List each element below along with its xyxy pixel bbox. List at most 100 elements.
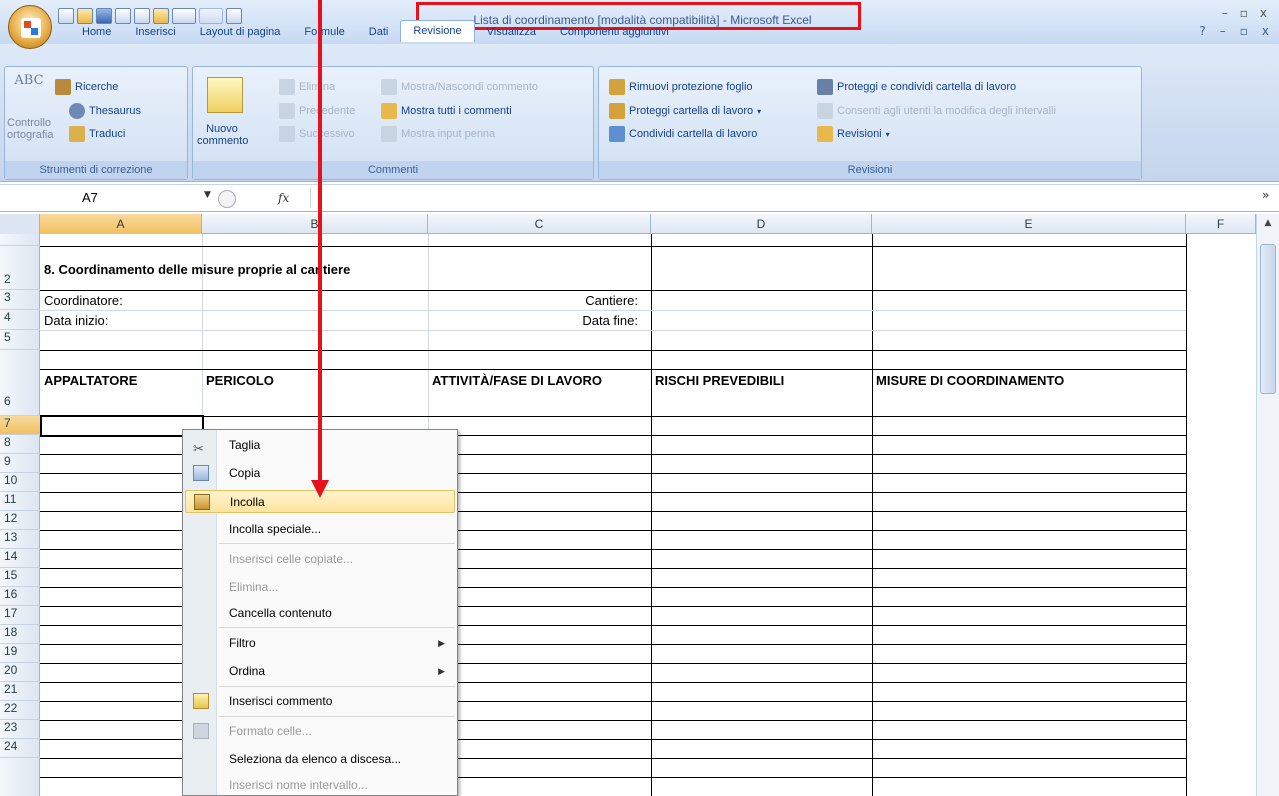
header-rischi[interactable]: RISCHI PREVEDIBILI	[655, 373, 784, 388]
column-header-c[interactable]: C	[428, 214, 651, 234]
mostra-nascondi-button[interactable]: Mostra/Nascondi commento	[381, 79, 538, 95]
row-header-14[interactable]: 14	[0, 549, 40, 568]
scroll-up-icon[interactable]: ▲	[1260, 218, 1276, 234]
menu-item-ordina[interactable]: Ordina ▶	[185, 660, 455, 683]
tab-inserisci[interactable]: Inserisci	[123, 22, 187, 42]
row-header-2[interactable]: 2	[0, 246, 40, 290]
row-header-16[interactable]: 16	[0, 587, 40, 606]
row-header-6[interactable]: 6	[0, 350, 40, 416]
delete-comment-icon	[279, 79, 295, 95]
vertical-scrollbar[interactable]: ▲	[1256, 214, 1279, 796]
rimuovi-protezione-button[interactable]: Rimuovi protezione foglio	[609, 79, 753, 95]
menu-item-inserisci-nome[interactable]: Inserisci nome intervallo...	[185, 774, 455, 796]
spelling-label-1[interactable]: Controllo	[7, 117, 51, 129]
column-header-f[interactable]: F	[1186, 214, 1256, 234]
spelling-icon[interactable]: ABC	[9, 74, 49, 87]
new-comment-icon[interactable]	[207, 77, 243, 113]
tab-home[interactable]: Home	[70, 22, 123, 42]
row-header-24[interactable]: 24	[0, 739, 40, 758]
column-header-e[interactable]: E	[872, 214, 1186, 234]
office-button[interactable]	[8, 5, 52, 49]
menu-item-filtro[interactable]: Filtro ▶	[185, 632, 455, 655]
tab-visualizza[interactable]: Visualizza	[475, 22, 548, 42]
row-header-10[interactable]: 10	[0, 473, 40, 492]
cell-coordinatore[interactable]: Coordinatore:	[44, 293, 123, 308]
menu-item-cancella-contenuto[interactable]: Cancella contenuto	[185, 602, 455, 625]
active-cell-a7[interactable]	[40, 415, 204, 437]
proteggi-cartella-button[interactable]: Proteggi cartella di lavoro ▾	[609, 103, 761, 119]
menu-item-elimina[interactable]: Elimina...	[185, 576, 455, 599]
row-header-20[interactable]: 20	[0, 663, 40, 682]
minimize-icon[interactable]: –	[1222, 6, 1228, 20]
menu-item-formato-celle[interactable]: Formato celle...	[185, 720, 455, 743]
show-all-comments-icon	[381, 103, 397, 119]
tab-layout[interactable]: Layout di pagina	[188, 22, 293, 42]
row-header-4[interactable]: 4	[0, 310, 40, 330]
condividi-label: Condividi cartella di lavoro	[629, 128, 758, 140]
row-header-17[interactable]: 17	[0, 606, 40, 625]
row-header-12[interactable]: 12	[0, 511, 40, 530]
scroll-thumb[interactable]	[1260, 244, 1276, 394]
consenti-button[interactable]: Consenti agli utenti la modifica degli i…	[817, 103, 1056, 119]
expand-formula-bar-icon[interactable]: »	[1262, 188, 1269, 202]
row-header-9[interactable]: 9	[0, 454, 40, 473]
menu-label: Elimina...	[229, 580, 279, 594]
menu-item-inserisci-commento[interactable]: Inserisci commento	[185, 690, 455, 713]
sheet-heading[interactable]: 8. Coordinamento delle misure proprie al…	[44, 262, 350, 277]
name-box-dropdown-icon[interactable]: ▼	[204, 190, 211, 200]
group-commenti-label: Commenti	[193, 161, 593, 179]
cell-cantiere[interactable]: Cantiere:	[530, 293, 638, 308]
workbook-restore-icon[interactable]: ▫	[1240, 24, 1248, 38]
row-header-13[interactable]: 13	[0, 530, 40, 549]
thesaurus-button[interactable]: Thesaurus	[69, 103, 141, 119]
tab-componenti[interactable]: Componenti aggiuntivi	[548, 22, 681, 42]
menu-item-inserisci-celle[interactable]: Inserisci celle copiate...	[185, 548, 455, 571]
proteggi-condividi-button[interactable]: Proteggi e condividi cartella di lavoro	[817, 79, 1016, 95]
tab-revisione[interactable]: Revisione	[400, 20, 475, 42]
revisioni-button[interactable]: Revisioni ▾	[817, 126, 890, 142]
row-header-23[interactable]: 23	[0, 720, 40, 739]
menu-item-incolla-speciale[interactable]: Incolla speciale...	[185, 518, 455, 541]
restore-icon[interactable]: ▫	[1240, 6, 1248, 20]
tab-dati[interactable]: Dati	[357, 22, 401, 42]
menu-item-seleziona-elenco[interactable]: Seleziona da elenco a discesa...	[185, 748, 455, 771]
row-header-8[interactable]: 8	[0, 435, 40, 454]
header-pericolo[interactable]: PERICOLO	[206, 373, 274, 388]
formula-input[interactable]	[310, 188, 1254, 208]
header-appaltatore[interactable]: APPALTATORE	[44, 373, 137, 388]
row-header-18[interactable]: 18	[0, 625, 40, 644]
unprotect-sheet-icon	[609, 79, 625, 95]
name-box[interactable]: A7	[26, 188, 202, 208]
cancel-entry-icon[interactable]	[218, 190, 236, 208]
copy-icon	[193, 465, 209, 481]
row-header-1[interactable]	[0, 234, 40, 246]
header-misure[interactable]: MISURE DI COORDINAMENTO	[876, 373, 1064, 388]
mostra-input-button[interactable]: Mostra input penna	[381, 126, 495, 142]
ricerche-button[interactable]: Ricerche	[55, 79, 118, 95]
close-icon[interactable]: x	[1260, 6, 1267, 20]
help-icon[interactable]: ?	[1199, 24, 1205, 38]
traduci-button[interactable]: Traduci	[69, 126, 125, 142]
column-header-a[interactable]: A	[40, 214, 202, 234]
header-attivita[interactable]: ATTIVITÀ/FASE DI LAVORO	[432, 373, 602, 388]
mostra-tutti-button[interactable]: Mostra tutti i commenti	[381, 103, 512, 119]
row-header-21[interactable]: 21	[0, 682, 40, 701]
row-header-5[interactable]: 5	[0, 330, 40, 350]
commento-label[interactable]: commento	[197, 135, 248, 147]
column-header-d[interactable]: D	[651, 214, 872, 234]
workbook-close-icon[interactable]: x	[1262, 24, 1269, 38]
row-header-11[interactable]: 11	[0, 492, 40, 511]
row-header-15[interactable]: 15	[0, 568, 40, 587]
spelling-label-2[interactable]: ortografia	[7, 129, 53, 141]
nuovo-label[interactable]: Nuovo	[197, 123, 247, 135]
row-header-3[interactable]: 3	[0, 290, 40, 310]
row-header-19[interactable]: 19	[0, 644, 40, 663]
workbook-minimize-icon[interactable]: –	[1220, 24, 1226, 38]
row-header-22[interactable]: 22	[0, 701, 40, 720]
cell-data-inizio[interactable]: Data inizio:	[44, 313, 108, 328]
row-header-7[interactable]: 7	[0, 416, 40, 435]
select-all-button[interactable]	[0, 214, 40, 234]
cell-data-fine[interactable]: Data fine:	[530, 313, 638, 328]
insert-function-button[interactable]: fx	[278, 188, 302, 208]
condividi-button[interactable]: Condividi cartella di lavoro	[609, 126, 757, 142]
